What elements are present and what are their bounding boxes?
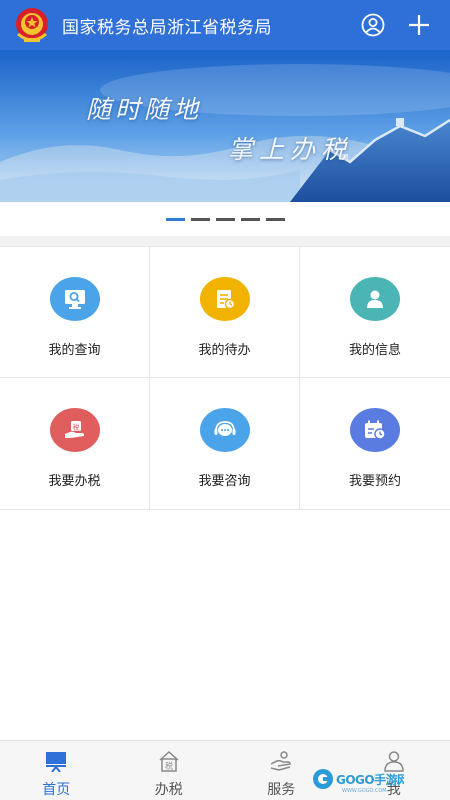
service-label: 我要咨询 bbox=[198, 474, 251, 489]
pager-dot[interactable] bbox=[265, 217, 285, 221]
tax-hand-icon: 税 bbox=[49, 408, 100, 452]
banner-slogan-line2: 掌上办税 bbox=[228, 135, 353, 164]
nav-item-home[interactable]: 首页 bbox=[0, 741, 113, 800]
page-title: 国家税务总局浙江省税务局 bbox=[62, 18, 272, 38]
svg-text:GOGO手游网: GOGO手游网 bbox=[336, 772, 404, 787]
service-label: 我的信息 bbox=[348, 343, 401, 358]
user-circle-icon[interactable] bbox=[358, 10, 388, 40]
service-consult[interactable]: 我要咨询 bbox=[150, 378, 300, 509]
service-my-info[interactable]: 我的信息 bbox=[300, 247, 450, 378]
tax-house-icon: 税 bbox=[156, 749, 182, 773]
section-divider bbox=[0, 236, 450, 246]
svg-text:税: 税 bbox=[72, 423, 79, 432]
pager-dot[interactable] bbox=[165, 217, 185, 221]
search-monitor-icon bbox=[49, 277, 100, 321]
service-label: 我要办税 bbox=[48, 474, 101, 489]
svg-text:WWW.GOGO.COM: WWW.GOGO.COM bbox=[342, 788, 387, 793]
service-hand-icon bbox=[268, 749, 294, 773]
chat-headset-icon bbox=[199, 408, 250, 452]
banner-slogan-line1: 随时随地 bbox=[86, 95, 203, 124]
service-label: 我要预约 bbox=[348, 474, 401, 489]
service-my-todo[interactable]: 我的待办 bbox=[150, 247, 300, 378]
plus-icon[interactable] bbox=[404, 10, 434, 40]
tax-emblem-icon bbox=[12, 6, 52, 44]
site-watermark-logo: GOGO手游网 WWW.GOGO.COM bbox=[312, 767, 410, 794]
service-grid: 我的查询 我的待办 我的信息 税 我要办税 我要咨询 我要预约 bbox=[0, 246, 450, 510]
nav-label: 办税 bbox=[154, 782, 183, 798]
nav-item-tax[interactable]: 税 办税 bbox=[113, 741, 226, 800]
nav-label: 服务 bbox=[267, 782, 296, 798]
person-icon bbox=[350, 277, 400, 321]
app-header: 国家税务总局浙江省税务局 bbox=[0, 0, 450, 50]
service-label: 我的待办 bbox=[198, 343, 251, 358]
pager-dot[interactable] bbox=[190, 217, 210, 221]
banner-pager bbox=[0, 202, 450, 236]
service-my-query[interactable]: 我的查询 bbox=[0, 247, 150, 378]
empty-content-area bbox=[0, 510, 450, 740]
svg-text:税: 税 bbox=[165, 761, 173, 771]
great-wall-scenery-image bbox=[0, 50, 450, 202]
home-board-icon bbox=[43, 749, 69, 773]
todo-document-icon bbox=[199, 277, 250, 321]
service-do-tax[interactable]: 税 我要办税 bbox=[0, 378, 150, 509]
nav-label: 首页 bbox=[42, 782, 71, 798]
pager-dot[interactable] bbox=[215, 217, 235, 221]
service-appointment[interactable]: 我要预约 bbox=[300, 378, 450, 509]
app-screen: 国家税务总局浙江省税务局 随时随地 掌上办税 我的查询 我的待办 我的信息 税 … bbox=[0, 0, 450, 800]
service-label: 我的查询 bbox=[48, 343, 101, 358]
calendar-clock-icon bbox=[350, 408, 400, 452]
promo-banner[interactable]: 随时随地 掌上办税 bbox=[0, 50, 450, 202]
pager-dot[interactable] bbox=[240, 217, 260, 221]
